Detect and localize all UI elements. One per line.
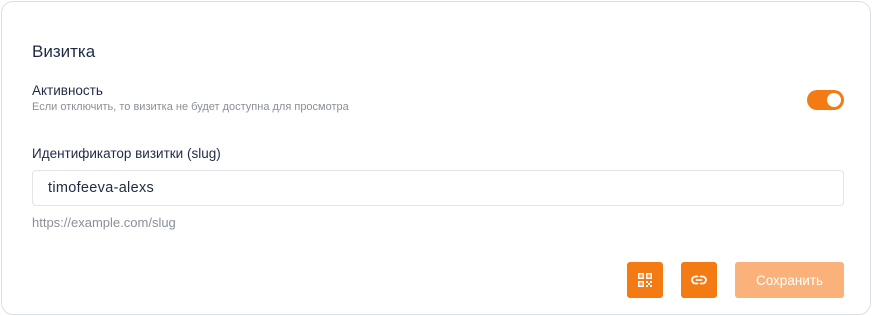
qr-code-icon [638, 273, 652, 287]
copy-link-button[interactable] [681, 262, 717, 298]
qr-code-button[interactable] [627, 262, 663, 298]
activity-hint: Если отключить, то визитка не будет дост… [32, 101, 349, 113]
slug-label: Идентификатор визитки (slug) [32, 146, 221, 161]
toggle-knob [827, 93, 841, 107]
link-icon [691, 275, 707, 285]
activity-label: Активность [32, 83, 103, 98]
section-title: Визитка [32, 42, 96, 61]
slug-url-hint: https://example.com/slug [32, 215, 176, 230]
activity-toggle[interactable] [807, 90, 844, 110]
business-card-settings-panel: Визитка Активность Если отключить, то ви… [1, 1, 871, 315]
save-button[interactable]: Сохранить [735, 262, 844, 298]
slug-input[interactable] [32, 170, 844, 206]
